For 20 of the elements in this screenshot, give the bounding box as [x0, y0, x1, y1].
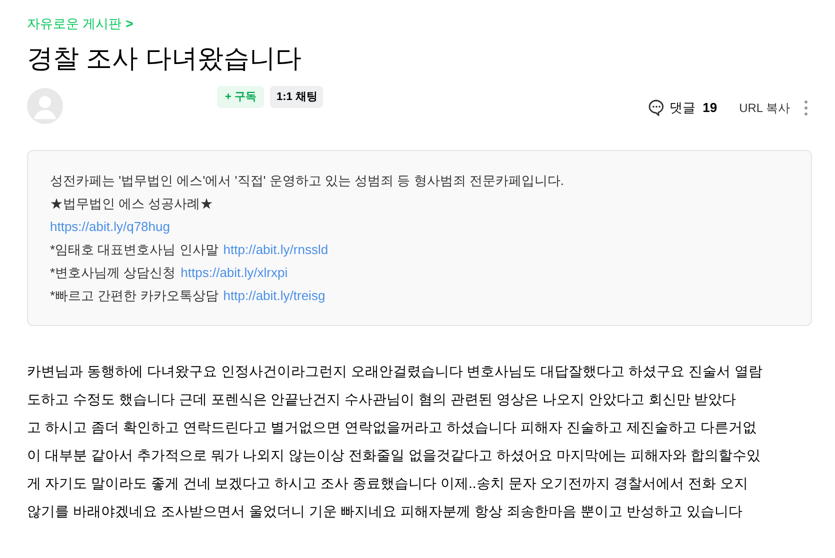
link[interactable]: https://abit.ly/q78hug	[50, 216, 170, 236]
comments-count[interactable]: 19	[702, 98, 718, 118]
speech-bubble-icon[interactable]	[648, 99, 665, 116]
link[interactable]: https://abit.ly/xlrxpi	[180, 262, 288, 282]
link[interactable]: http://abit.ly/treisg	[223, 286, 326, 306]
notice-text: *임태호 대표변호사님 인사말	[50, 240, 218, 259]
post-body: 카변님과 동행하에 다녀왔구요 인정사건이라그런지 오래안걸렸습니다 변호사님도 대답잘했다고 하셨구요 진술서 열람 도하고 수정도 했습니다 근데 포렌식은 안끝난건지 수사관님이 혐의 관련된 영상은 나오지 안았다고 회신만 받았다 고 하시고 좀더 확인하고 연락드린다고 별거없으면 연락없을꺼라고 하셨습니다 피해자 진술하고 제진술하고 다른거없 이 대부분 같아서 추가적으로 뭐가 나외지 않는이상 전화줄일 없을것같다고 하셨어요 마지막에는 피해자와 합의할수있 게 자기도 말이라도 좋게 건네 보겠다고 하시고 조사 종료했습니다 이제..송치 문자 오기전까지 경찰서에서 전화 오지 않기를 바래야겠네요 조사받으면서 울었더니 기운 빠지네요 피해자분께 항상 죄송한마음 뿐이고 반성하고 있습니다	[27, 363, 764, 522]
subscribe-button[interactable]: + 구독	[217, 86, 264, 108]
notice-text: *변호사님께 상담신청	[50, 264, 176, 282]
notice-text: *빠르고 간편한 카카오톡상담	[50, 286, 218, 305]
notice-text: 성전카페는 '법무법인 에스'에서 '직접' 운영하고 있는 성범죄 등 형사범죄 전문카페입니다.	[50, 172, 564, 190]
link[interactable]: http://abit.ly/rnssld	[223, 240, 328, 260]
board-link[interactable]: 자유로운 게시판	[27, 14, 122, 34]
chevron-icon: >	[126, 14, 134, 34]
more-icon[interactable]	[804, 100, 808, 116]
chat-button[interactable]: 1:1 채팅	[270, 86, 324, 108]
post-title: 경찰 조사 다녀왔습니다	[27, 42, 302, 75]
copy-url-link[interactable]: URL 복사	[739, 98, 790, 117]
comments-label[interactable]: 댓글	[670, 98, 696, 118]
notice-text: ★법무법인 에스 성공사례★	[50, 194, 214, 213]
